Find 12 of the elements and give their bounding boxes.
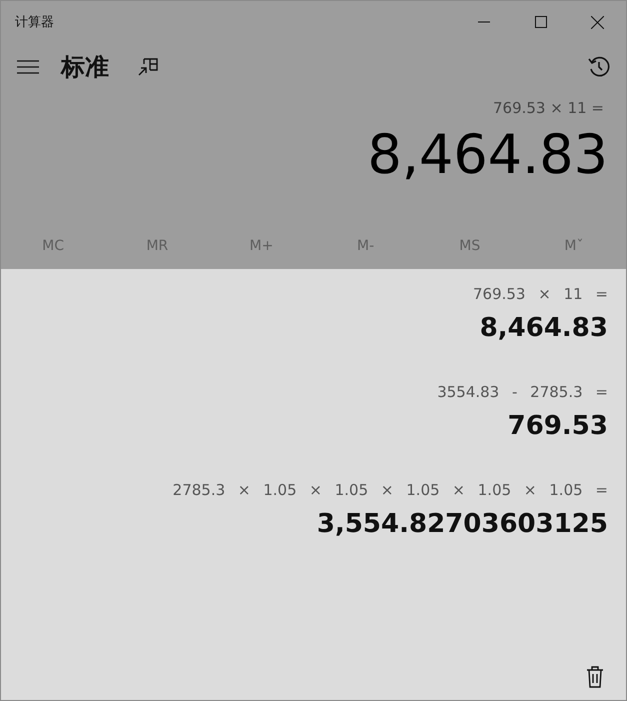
- history-expression[interactable]: 3554.83 - 2785.3 =: [437, 383, 608, 401]
- close-icon[interactable]: [591, 16, 604, 28]
- maximize-icon[interactable]: [534, 16, 546, 28]
- history-expression[interactable]: 769.53 × 11 =: [472, 285, 608, 303]
- history-result[interactable]: 769.53: [508, 411, 608, 441]
- mode-title: 标准: [61, 52, 109, 83]
- expression-text: 769.53 × 11 =: [492, 99, 605, 117]
- history-expression[interactable]: 2785.3 × 1.05 × 1.05 × 1.05 × 1.05 × 1.05 =: [172, 481, 608, 499]
- history-result[interactable]: 8,464.83: [480, 313, 608, 343]
- window-title: 计算器: [15, 14, 55, 31]
- result-display: 8,464.83: [366, 123, 609, 186]
- history-result[interactable]: 3,554.82703603125: [316, 509, 608, 539]
